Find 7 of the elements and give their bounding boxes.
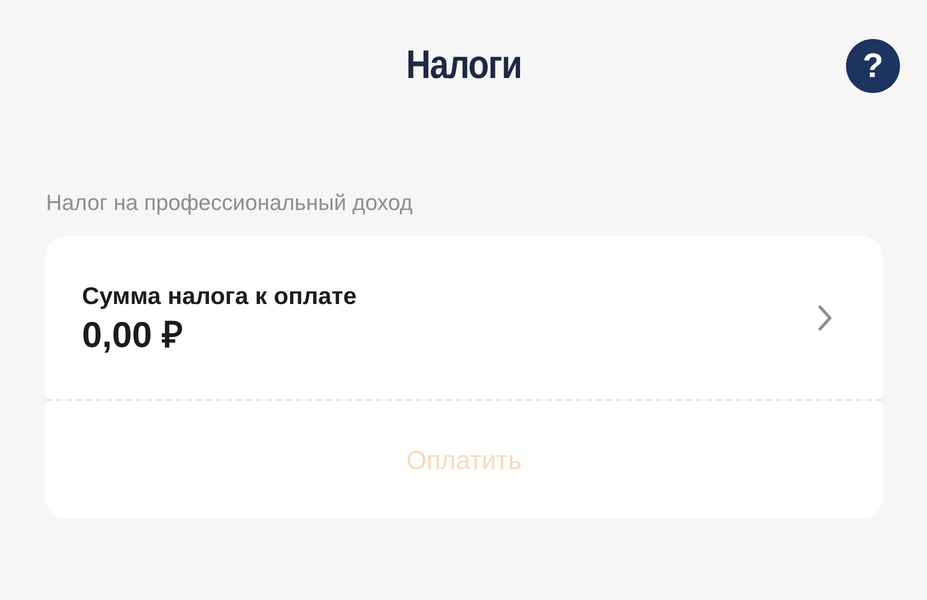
help-button[interactable]: ? xyxy=(846,39,900,93)
page-title: Налоги xyxy=(406,42,522,89)
amount-caption: Сумма налога к оплате xyxy=(82,282,357,312)
tax-amount-row[interactable]: Сумма налога к оплате 0,00 ₽ xyxy=(46,236,882,399)
section-label: Налог на профессиональный доход xyxy=(46,189,414,217)
chevron-right-icon xyxy=(818,304,832,330)
tax-amount: 0,00 ₽ xyxy=(82,312,184,356)
